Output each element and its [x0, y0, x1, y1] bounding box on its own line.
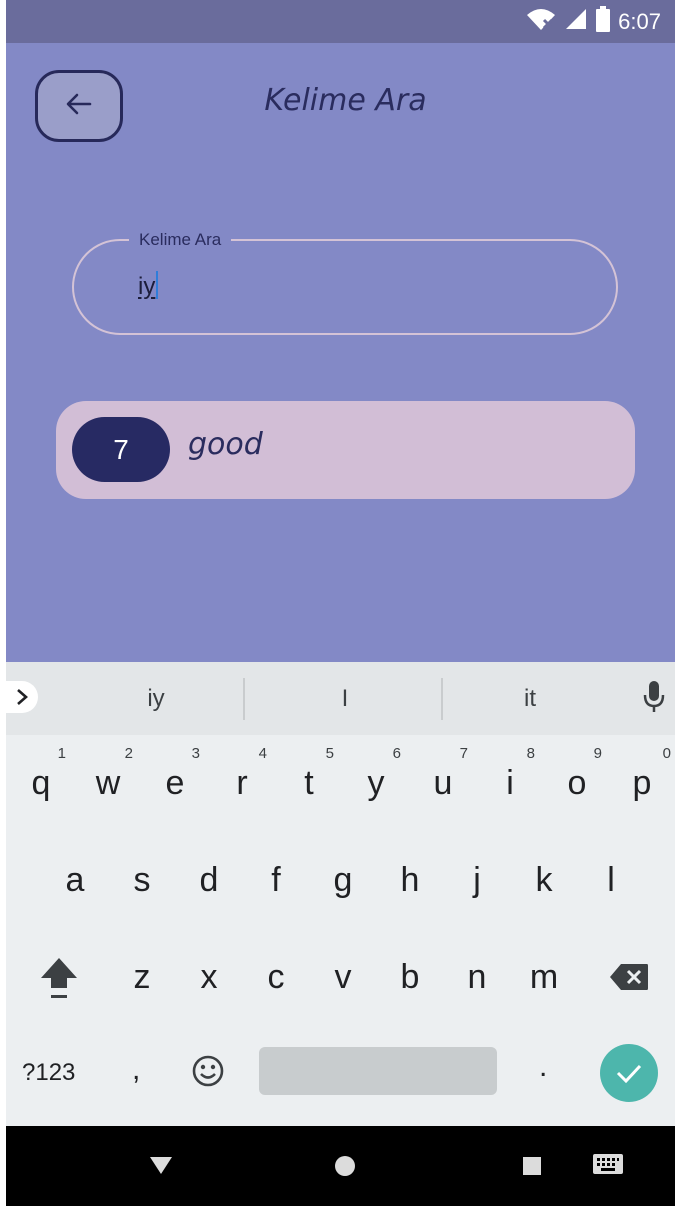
key-x[interactable]: x [176, 929, 242, 1025]
key-q[interactable]: q1 [8, 735, 74, 831]
key-s[interactable]: s [109, 832, 175, 928]
search-input-value: iy [138, 273, 156, 300]
key-period[interactable]: . [539, 1050, 547, 1084]
key-m[interactable]: m [511, 929, 577, 1025]
suggestion-3[interactable]: it [440, 662, 620, 735]
keyboard-switch-icon[interactable] [592, 1152, 624, 1183]
app-content: Kelime Ara Kelime Ara iy 7 good [6, 43, 675, 662]
key-h[interactable]: h [377, 832, 443, 928]
key-v[interactable]: v [310, 929, 376, 1025]
key-b[interactable]: b [377, 929, 443, 1025]
key-y[interactable]: y6 [343, 735, 409, 831]
result-word: good [188, 427, 263, 462]
key-u[interactable]: u7 [410, 735, 476, 831]
symbols-key[interactable]: ?123 [22, 1043, 92, 1103]
home-circle-icon[interactable] [334, 1155, 356, 1182]
suggestion-2[interactable]: I [255, 662, 435, 735]
backspace-icon[interactable] [596, 929, 662, 1025]
battery-icon [596, 6, 611, 37]
key-e[interactable]: e3 [142, 735, 208, 831]
key-d[interactable]: d [176, 832, 242, 928]
result-number-badge: 7 [72, 417, 170, 482]
key-comma[interactable]: , [132, 1053, 140, 1087]
screen: 6:07 Kelime Ara Kelime Ara iy 7 good iy … [6, 0, 675, 1206]
search-input[interactable]: iy [138, 271, 159, 301]
result-item[interactable]: 7 good [56, 401, 635, 499]
emoji-icon[interactable] [188, 1051, 228, 1091]
keyboard: q1 w2 e3 r4 t5 y6 u7 i8 o9 p0 a s d f g … [6, 735, 675, 1126]
page-title: Kelime Ara [264, 83, 427, 118]
key-a[interactable]: a [42, 832, 108, 928]
space-key[interactable] [259, 1047, 497, 1095]
key-r[interactable]: r4 [209, 735, 275, 831]
shift-icon[interactable] [26, 929, 92, 1025]
key-g[interactable]: g [310, 832, 376, 928]
key-l[interactable]: l [578, 832, 644, 928]
search-field-label: Kelime Ara [129, 229, 232, 251]
key-j[interactable]: j [444, 832, 510, 928]
key-c[interactable]: c [243, 929, 309, 1025]
chevron-right-icon[interactable] [6, 681, 38, 713]
back-triangle-icon[interactable] [149, 1155, 173, 1180]
text-caret [156, 271, 159, 299]
status-time: 6:07 [618, 8, 661, 34]
key-w[interactable]: w2 [75, 735, 141, 831]
key-p[interactable]: p0 [609, 735, 675, 831]
checkmark-icon[interactable] [600, 1044, 658, 1102]
wifi-icon [526, 7, 556, 36]
search-field[interactable]: Kelime Ara iy [72, 229, 618, 335]
navigation-bar [6, 1126, 675, 1206]
key-i[interactable]: i8 [477, 735, 543, 831]
key-n[interactable]: n [444, 929, 510, 1025]
recents-square-icon[interactable] [522, 1156, 542, 1181]
suggestion-strip: iy I it [6, 662, 675, 735]
status-bar: 6:07 [6, 0, 675, 43]
signal-icon [564, 7, 588, 36]
key-t[interactable]: t5 [276, 735, 342, 831]
suggestion-1[interactable]: iy [66, 662, 246, 735]
key-k[interactable]: k [511, 832, 577, 928]
key-o[interactable]: o9 [544, 735, 610, 831]
suggestion-divider [243, 678, 245, 720]
key-z[interactable]: z [109, 929, 175, 1025]
key-f[interactable]: f [243, 832, 309, 928]
microphone-icon[interactable] [643, 680, 665, 719]
